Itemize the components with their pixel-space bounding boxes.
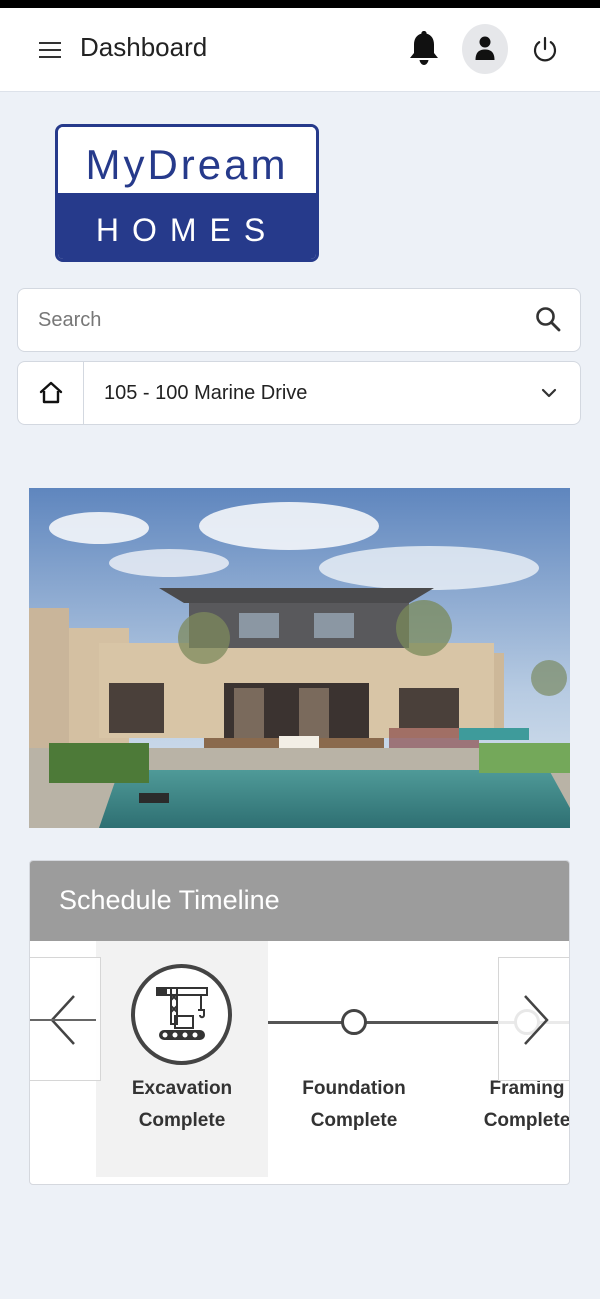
timeline-step-foundation-marker[interactable] <box>341 1009 367 1035</box>
logo-text-homes: HOMES <box>96 212 278 248</box>
schedule-timeline-card: Schedule Timeline Excavation Complete Fo… <box>29 860 570 1185</box>
user-icon <box>475 36 495 60</box>
selected-property-label: 105 - 100 Marine Drive <box>104 382 308 404</box>
timeline-step-label: Foundation Complete <box>279 1073 429 1137</box>
schedule-timeline-title: Schedule Timeline <box>59 885 280 915</box>
property-selector[interactable]: 105 - 100 Marine Drive <box>17 361 581 425</box>
timeline-step-label: Framing Complete <box>452 1073 570 1137</box>
chevron-down-icon <box>541 388 557 398</box>
app-header: Dashboard <box>0 8 600 92</box>
power-icon[interactable] <box>530 34 560 66</box>
property-photo <box>29 488 570 828</box>
timeline-step-excavation-marker <box>131 964 232 1065</box>
chevron-right-icon <box>524 995 549 1045</box>
home-icon <box>39 381 63 404</box>
search-bar <box>17 288 581 352</box>
bell-icon[interactable] <box>406 28 442 68</box>
hamburger-menu-icon[interactable] <box>38 38 62 62</box>
profile-button[interactable] <box>462 24 508 74</box>
logo-text-mydream: MyDream <box>85 141 288 188</box>
step-framing-line2: Complete <box>483 1110 570 1131</box>
home-icon-box <box>18 362 84 424</box>
mydream-homes-logo: MyDream HOMES <box>55 124 319 262</box>
chevron-left-icon <box>30 995 96 1045</box>
step-excavation-line1: Excavation <box>131 1078 233 1099</box>
timeline-next-button[interactable] <box>498 957 569 1081</box>
step-foundation-line2: Complete <box>310 1110 398 1131</box>
timeline-prev-button[interactable] <box>30 957 101 1081</box>
search-icon[interactable] <box>534 305 562 333</box>
status-bar <box>0 0 600 8</box>
timeline-step-label: Excavation Complete <box>107 1073 257 1137</box>
page-title: Dashboard <box>80 32 208 62</box>
schedule-timeline-header: Schedule Timeline <box>30 861 569 941</box>
crane-icon <box>156 987 208 1040</box>
search-input[interactable] <box>38 289 528 351</box>
step-foundation-line1: Foundation <box>302 1078 406 1099</box>
step-excavation-line2: Complete <box>138 1110 226 1131</box>
